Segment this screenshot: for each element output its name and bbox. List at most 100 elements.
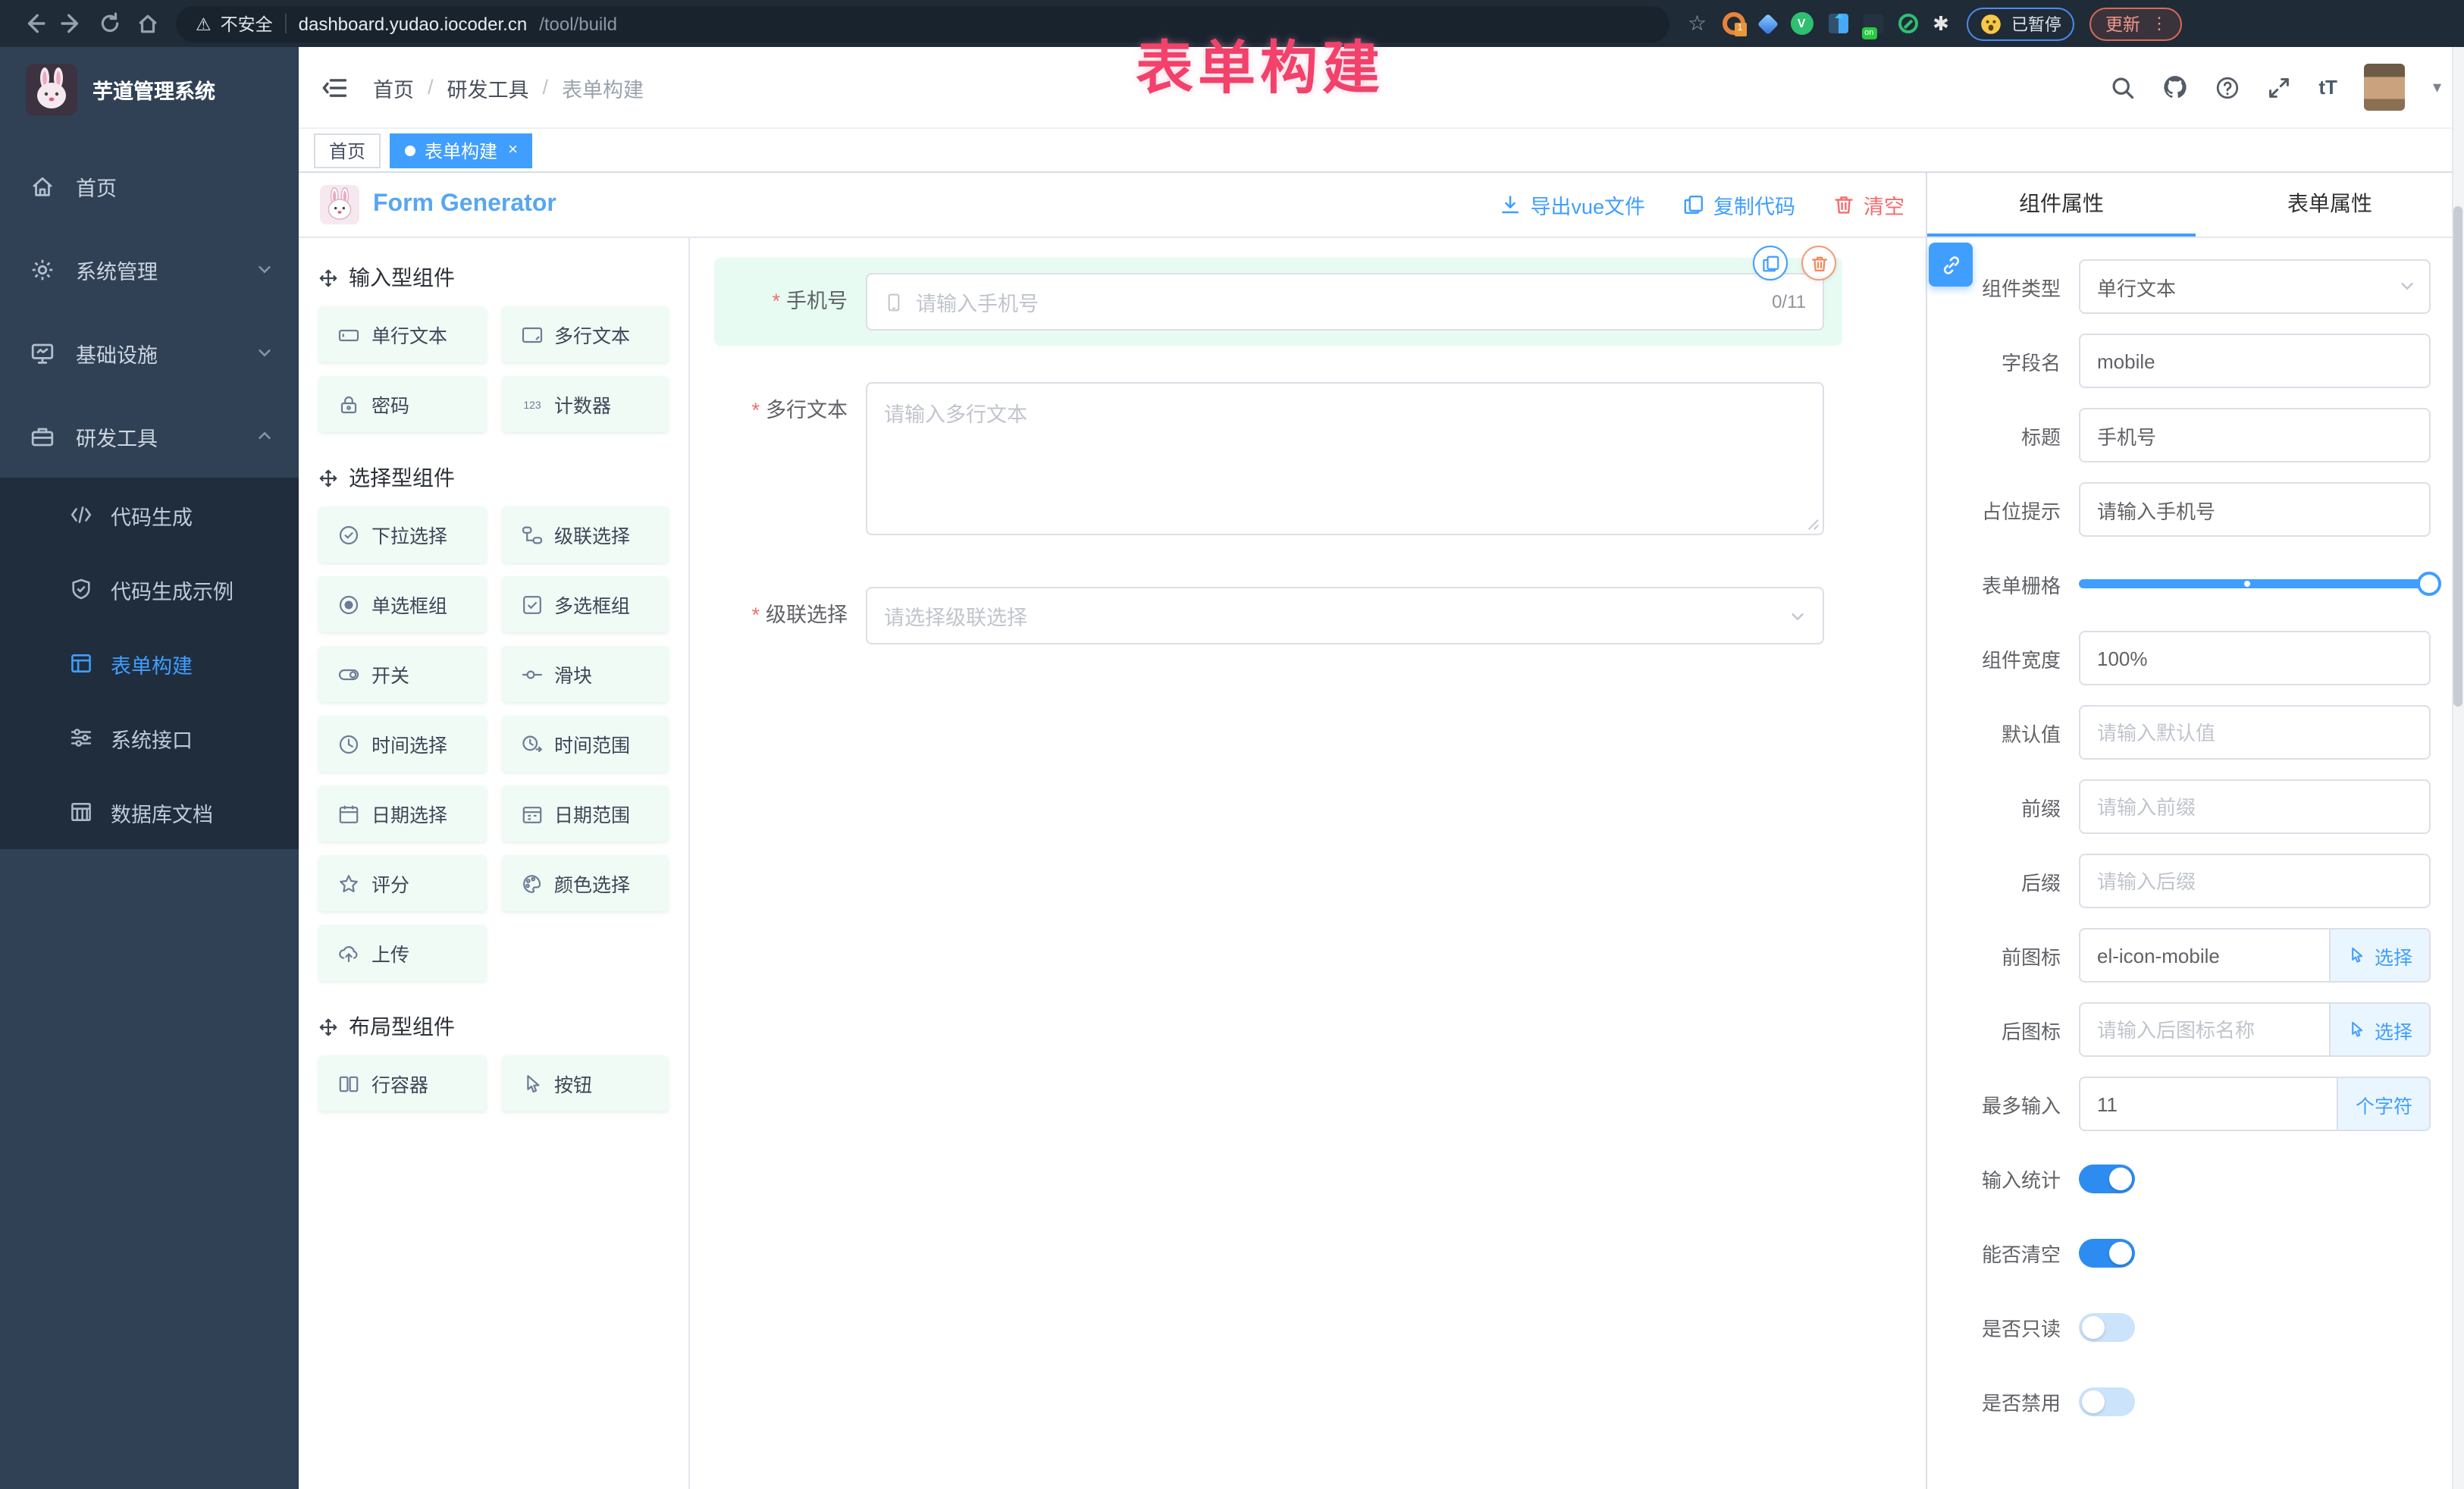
sidebar-item-db-doc[interactable]: 数据库文档 bbox=[0, 775, 299, 849]
suffix-input[interactable] bbox=[2079, 854, 2431, 908]
extension-pinwheel-icon[interactable]: ✱ bbox=[1933, 11, 1949, 36]
resize-handle[interactable] bbox=[1806, 517, 1820, 531]
update-button[interactable]: 更新 ⋮ bbox=[2090, 7, 2183, 40]
sidebar-item-devtools[interactable]: 研发工具 bbox=[0, 394, 299, 478]
palette-item-checkbox-group[interactable]: 多选框组 bbox=[501, 576, 669, 632]
extension-v-icon[interactable]: V bbox=[1790, 12, 1813, 35]
palette-item-slider[interactable]: 滑块 bbox=[501, 646, 669, 702]
canvas-field-textarea[interactable]: 多行文本 请输入多行文本 bbox=[714, 367, 1842, 550]
extension-gem-icon[interactable] bbox=[1757, 13, 1778, 34]
bookmark-star-icon[interactable]: ☆ bbox=[1688, 11, 1707, 36]
github-icon[interactable] bbox=[2162, 74, 2188, 100]
component-type-select[interactable] bbox=[2079, 259, 2431, 314]
generator-header: Form Generator 导出vue文件 复制代码 bbox=[299, 173, 1926, 238]
suffix-icon-input[interactable] bbox=[2079, 1002, 2331, 1057]
sidebar-item-codegen-demo[interactable]: 代码生成示例 bbox=[0, 552, 299, 626]
app-logo-row[interactable]: 芋道管理系统 bbox=[0, 47, 299, 132]
reload-button[interactable] bbox=[91, 5, 129, 42]
address-bar[interactable]: ⚠不安全 dashboard.yudao.iocoder.cn/tool/bui… bbox=[176, 5, 1669, 42]
palette-item-button[interactable]: 按钮 bbox=[501, 1055, 669, 1111]
clear-button[interactable]: 清空 bbox=[1833, 190, 1904, 220]
palette-item-single-line-text[interactable]: 单行文本 bbox=[318, 306, 486, 362]
page-scrollbar[interactable] bbox=[2452, 47, 2464, 1489]
breadcrumb-home[interactable]: 首页 bbox=[373, 72, 414, 102]
avatar[interactable] bbox=[2365, 64, 2406, 111]
palette-item-time-picker[interactable]: 时间选择 bbox=[318, 716, 486, 772]
palette-item-counter[interactable]: 123计数器 bbox=[501, 376, 669, 432]
disabled-toggle[interactable] bbox=[2079, 1387, 2135, 1415]
app-logo bbox=[26, 64, 77, 115]
sidebar-item-codegen[interactable]: 代码生成 bbox=[0, 478, 299, 552]
user-menu-caret-icon[interactable]: ▾ bbox=[2433, 77, 2441, 97]
export-vue-button[interactable]: 导出vue文件 bbox=[1500, 190, 1645, 220]
readonly-toggle[interactable] bbox=[2079, 1312, 2135, 1341]
profile-paused-chip[interactable]: 已暂停 bbox=[1967, 7, 2075, 40]
sidebar-item-home[interactable]: 首页 bbox=[0, 144, 299, 227]
copy-code-button[interactable]: 复制代码 bbox=[1683, 190, 1795, 220]
tab-component-props[interactable]: 组件属性 bbox=[1927, 173, 2196, 237]
extension-onoff-icon[interactable]: on bbox=[1863, 14, 1882, 33]
suffix-icon-select-button[interactable]: 选择 bbox=[2331, 1002, 2431, 1057]
palette-item-date-range[interactable]: 日期范围 bbox=[501, 785, 669, 842]
word-limit-toggle[interactable] bbox=[2079, 1164, 2135, 1193]
tab-form-props[interactable]: 表单属性 bbox=[2196, 173, 2464, 237]
form-canvas[interactable]: 手机号 请输入手机号 0/11 bbox=[690, 238, 1926, 1489]
palette-item-radio-group[interactable]: 单选框组 bbox=[318, 576, 486, 632]
default-value-input[interactable] bbox=[2079, 705, 2431, 760]
canvas-field-cascader[interactable]: 级联选择 请选择级联选择 bbox=[714, 572, 1842, 660]
copy-field-button[interactable] bbox=[1753, 246, 1788, 281]
palette-item-textarea[interactable]: 多行文本 bbox=[501, 306, 669, 362]
prefix-input[interactable] bbox=[2079, 779, 2431, 834]
prefix-icon-select-button[interactable]: 选择 bbox=[2331, 928, 2431, 983]
palette-item-password[interactable]: 密码 bbox=[318, 376, 486, 432]
mobile-input[interactable]: 请输入手机号 0/11 bbox=[866, 273, 1824, 331]
placeholder-input[interactable] bbox=[2079, 482, 2431, 537]
cascader-input[interactable]: 请选择级联选择 bbox=[866, 587, 1824, 644]
home-button[interactable] bbox=[129, 5, 167, 42]
palette-item-row-container[interactable]: 行容器 bbox=[318, 1055, 486, 1111]
help-icon[interactable] bbox=[2215, 75, 2240, 99]
form-grid-slider[interactable] bbox=[2079, 556, 2431, 611]
prefix-icon-input[interactable] bbox=[2079, 928, 2331, 983]
palette-item-select[interactable]: 下拉选择 bbox=[318, 506, 486, 563]
slider-handle[interactable] bbox=[2417, 572, 2441, 596]
breadcrumb-devtools[interactable]: 研发工具 bbox=[447, 72, 529, 102]
extension-split-icon[interactable] bbox=[1828, 14, 1848, 33]
tab-form-builder[interactable]: 表单构建 × bbox=[390, 133, 533, 168]
palette-item-cascader[interactable]: 级联选择 bbox=[501, 506, 669, 563]
sidebar-item-form-builder[interactable]: 表单构建 bbox=[0, 626, 299, 701]
palette-item-time-range[interactable]: 时间范围 bbox=[501, 716, 669, 772]
sidebar-item-system[interactable]: 系统管理 bbox=[0, 227, 299, 311]
sidebar-item-infra[interactable]: 基础设施 bbox=[0, 311, 299, 394]
palette-item-switch[interactable]: 开关 bbox=[318, 646, 486, 702]
clearable-toggle[interactable] bbox=[2079, 1238, 2135, 1267]
tab-home[interactable]: 首页 bbox=[314, 133, 381, 168]
extension-orange-icon[interactable]: 1 bbox=[1722, 12, 1745, 35]
palette-item-date-picker[interactable]: 日期选择 bbox=[318, 785, 486, 842]
palette-item-upload[interactable]: 上传 bbox=[318, 925, 486, 981]
sidebar-item-system-api[interactable]: 系统接口 bbox=[0, 701, 299, 775]
search-icon[interactable] bbox=[2111, 75, 2135, 99]
security-chip[interactable]: ⚠不安全 bbox=[196, 11, 273, 36]
width-input[interactable] bbox=[2079, 631, 2431, 685]
tab-close-icon[interactable]: × bbox=[508, 141, 518, 159]
palette-item-rate[interactable]: 评分 bbox=[318, 855, 486, 911]
canvas-field-mobile[interactable]: 手机号 请输入手机号 0/11 bbox=[714, 258, 1842, 346]
max-length-input[interactable] bbox=[2079, 1077, 2339, 1131]
palette-item-color-picker[interactable]: 颜色选择 bbox=[501, 855, 669, 911]
component-type-value[interactable] bbox=[2079, 259, 2431, 314]
slider-track[interactable] bbox=[2079, 579, 2431, 588]
extension-green-icon[interactable] bbox=[1898, 14, 1917, 33]
textarea-input[interactable]: 请输入多行文本 bbox=[866, 382, 1824, 535]
font-size-icon[interactable]: tT bbox=[2318, 76, 2337, 99]
back-button[interactable] bbox=[15, 5, 53, 42]
sidebar-collapse-icon[interactable] bbox=[321, 74, 349, 101]
fullscreen-icon[interactable] bbox=[2267, 75, 2291, 99]
delete-field-button[interactable] bbox=[1801, 246, 1836, 281]
title-input[interactable] bbox=[2079, 408, 2431, 462]
forward-button[interactable] bbox=[53, 5, 91, 42]
scrollbar-thumb[interactable] bbox=[2453, 206, 2462, 707]
link-icon-button[interactable] bbox=[1929, 243, 1973, 287]
field-name-input[interactable] bbox=[2079, 334, 2431, 388]
browser-menu-icon[interactable]: ⋮ bbox=[2151, 14, 2168, 33]
